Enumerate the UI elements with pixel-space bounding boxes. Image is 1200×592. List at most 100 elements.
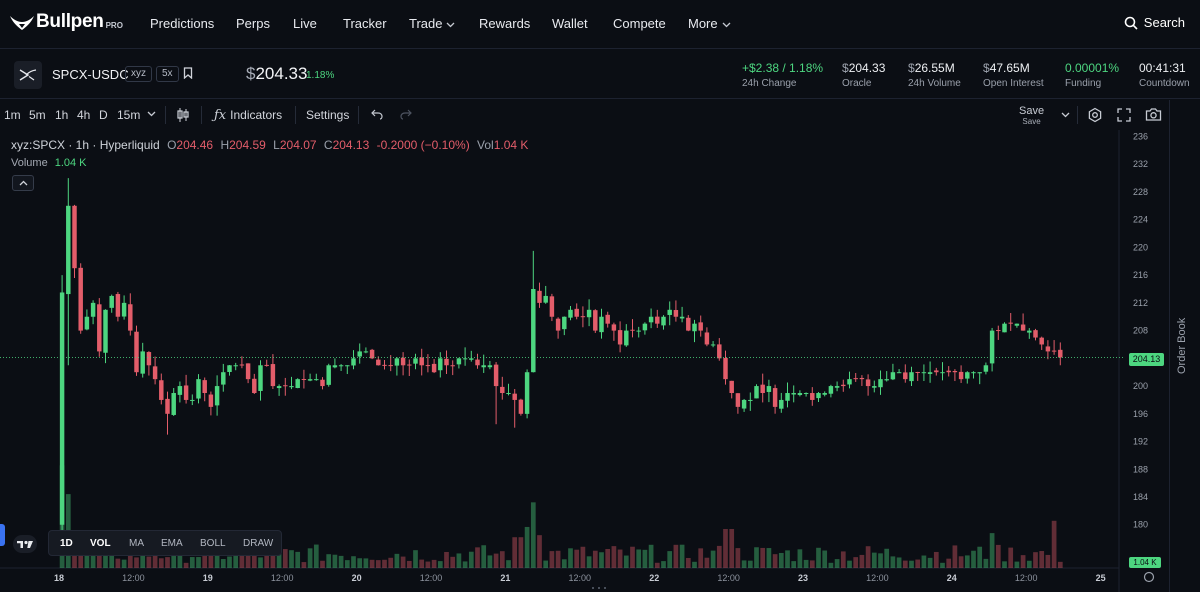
nav-item-live[interactable]: Live: [293, 16, 317, 31]
indicator-toggle-draw[interactable]: DRAW: [243, 538, 273, 549]
nav-item-trade[interactable]: Trade: [409, 16, 455, 31]
interval-dropdown-chevron-icon[interactable]: [147, 111, 156, 117]
camera-icon[interactable]: [1145, 107, 1162, 122]
chevron-down-icon: [446, 20, 455, 30]
candle-body: [512, 393, 517, 400]
candle-body: [146, 352, 152, 366]
fullscreen-icon[interactable]: [1117, 108, 1131, 122]
volume-bar: [754, 547, 759, 568]
interval-d[interactable]: D: [99, 108, 108, 122]
nav-item-label: More: [688, 16, 718, 31]
current-volume-tag: 1.04 K: [1129, 557, 1161, 568]
gear-icon[interactable]: [1087, 107, 1103, 123]
volume-bar: [772, 554, 778, 568]
candlestick-type-icon[interactable]: [176, 107, 190, 123]
save-layout-button[interactable]: Save Save: [1019, 105, 1044, 126]
toolbar-divider: [358, 106, 359, 124]
leverage-badge[interactable]: 5x: [156, 66, 179, 82]
indicator-toggle-boll[interactable]: BOLL: [200, 538, 226, 549]
candlestick-chart-svg[interactable]: 1801841881921962002042082122162202242282…: [0, 130, 1169, 592]
nav-item-wallet[interactable]: Wallet: [552, 16, 588, 31]
volume-bar: [475, 547, 480, 568]
volume-bar: [282, 549, 288, 568]
interval-4h[interactable]: 4h: [77, 108, 90, 122]
candle-body: [605, 314, 610, 324]
volume-bar: [630, 546, 635, 568]
candle-body: [121, 302, 127, 317]
volume-bar: [816, 547, 821, 568]
interval-1m[interactable]: 1m: [4, 108, 21, 122]
volume-bar: [388, 557, 394, 568]
price-chart[interactable]: 1801841881921962002042082122162202242282…: [0, 130, 1169, 592]
indicator-toggle-1d[interactable]: 1D: [60, 538, 73, 549]
auto-scale-gear-icon[interactable]: [1143, 571, 1155, 583]
indicators-button[interactable]: ƒx Indicators: [214, 108, 282, 123]
y-tick-label: 236: [1133, 131, 1148, 141]
volume-bar: [661, 561, 666, 568]
search-button[interactable]: Search: [1124, 15, 1185, 30]
candle-body: [884, 379, 889, 381]
bullpen-logo[interactable]: Bullpen PRO: [9, 11, 123, 33]
volume-bar: [586, 556, 592, 568]
candle-body: [772, 388, 778, 407]
volume-bar: [1002, 561, 1007, 568]
order-book-label[interactable]: Order Book: [1176, 318, 1188, 374]
indicator-toggle-vol[interactable]: VOL: [90, 538, 111, 549]
left-panel-tab[interactable]: [0, 524, 5, 546]
volume-bar: [363, 558, 369, 568]
y-tick-label: 228: [1133, 187, 1148, 197]
volume-bar: [902, 560, 908, 568]
nav-item-label: Trade: [409, 16, 443, 31]
candle-body: [1002, 323, 1007, 333]
bookmark-icon[interactable]: [183, 67, 193, 79]
volume-bar: [289, 550, 294, 568]
market-pair[interactable]: SPCX-USDC: [52, 67, 129, 82]
volume-bar: [152, 555, 158, 568]
x-tick-label: 12:00: [122, 573, 145, 583]
nav-item-more[interactable]: More: [688, 16, 731, 31]
stat-value: +$2.38 / 1.18%: [742, 61, 823, 75]
x-tick-label: 25: [1096, 573, 1106, 583]
volume-bar: [971, 550, 976, 568]
candle-body: [1027, 330, 1032, 333]
nav-item-label: Perps: [236, 16, 270, 31]
indicator-toggle-ma[interactable]: MA: [129, 538, 144, 549]
nav-item-perps[interactable]: Perps: [236, 16, 270, 31]
candle-body: [152, 366, 158, 380]
candle-body: [314, 379, 319, 381]
x-tick-label: 21: [500, 573, 510, 583]
x-tick-label: 24: [947, 573, 957, 583]
volume-bar: [977, 546, 983, 568]
settings-button[interactable]: Settings: [306, 108, 349, 122]
spacex-logo-icon: [19, 69, 37, 81]
interval-15m[interactable]: 15m: [117, 108, 140, 122]
volume-bar: [115, 558, 121, 568]
logo-pro-badge: PRO: [105, 21, 123, 30]
nav-item-rewards[interactable]: Rewards: [479, 16, 530, 31]
nav-item-tracker[interactable]: Tracker: [343, 16, 387, 31]
interval-1h[interactable]: 1h: [55, 108, 68, 122]
undo-icon[interactable]: [371, 109, 383, 120]
collapse-legend-button[interactable]: [12, 175, 34, 191]
tradingview-logo-icon[interactable]: [13, 535, 37, 553]
indicator-toggle-ema[interactable]: EMA: [161, 538, 183, 549]
save-dropdown-chevron-icon[interactable]: [1061, 112, 1070, 118]
volume-bar: [400, 556, 406, 568]
candle-body: [481, 365, 486, 368]
candle-body: [115, 294, 121, 317]
chevron-down-icon: [722, 20, 731, 30]
candle-body: [760, 384, 765, 394]
pane-resize-handle-icon[interactable]: [590, 586, 608, 590]
nav-item-predictions[interactable]: Predictions: [150, 16, 214, 31]
volume-bar: [995, 544, 1001, 568]
volume-bar: [636, 549, 642, 568]
candle-body: [103, 309, 108, 353]
nav-item-compete[interactable]: Compete: [613, 16, 666, 31]
interval-5m[interactable]: 5m: [29, 108, 46, 122]
redo-icon[interactable]: [400, 109, 412, 120]
candle-body: [729, 380, 734, 394]
candle-body: [549, 296, 555, 317]
candle-body: [227, 365, 232, 372]
volume-bar: [499, 551, 505, 568]
volume-bar: [326, 554, 332, 568]
